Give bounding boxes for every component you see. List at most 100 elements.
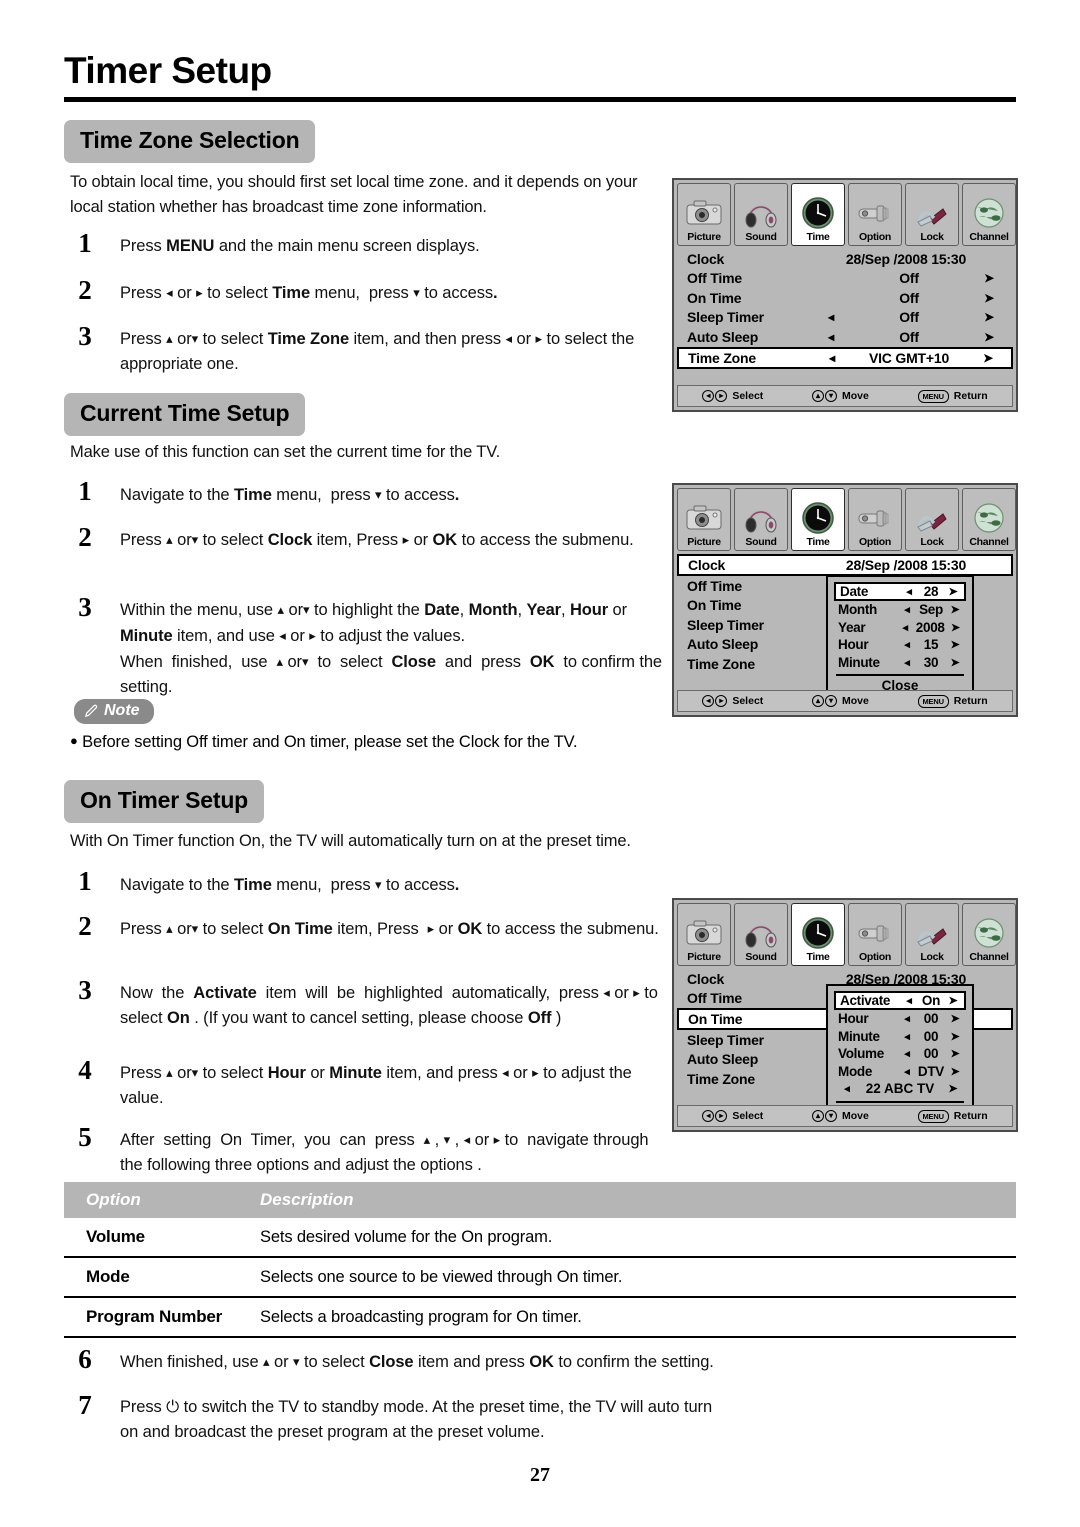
osd-row-off-time[interactable]: Off Time Off ➤ [678, 269, 1012, 289]
osd-hint-bar: ◂ ▸ Select ▴ ▾ Move MENU Return [677, 1105, 1013, 1127]
cell-option: Program Number [86, 1307, 223, 1326]
step-number: 2 [78, 275, 92, 305]
osd-tab-label: Picture [687, 951, 721, 963]
osd-tab-lock[interactable]: Lock [905, 488, 959, 551]
arrow-right-icon[interactable]: ➤ [944, 656, 966, 669]
osd-row-value: 28/Sep /2008 15:30 [845, 557, 967, 573]
arrow-left-icon[interactable]: ◂ [894, 621, 915, 634]
osd-row-label: On Time [687, 289, 742, 306]
column-header-description: Description [260, 1190, 354, 1209]
arrow-left-icon[interactable]: ◂ [896, 638, 918, 651]
osd-row-label: Sleep Timer [687, 616, 764, 633]
step-text: Press MENU and the main menu screen disp… [120, 237, 480, 255]
arrow-right-icon[interactable]: ➤ [944, 1012, 966, 1025]
osd-row-time-zone[interactable]: Time Zone ◂ VIC GMT+10 ➤ [677, 346, 1013, 369]
arrow-left-icon[interactable]: ◂ [834, 1082, 860, 1095]
osd-row-auto-sleep[interactable]: Auto Sleep ◂ Off ➤ [678, 327, 1012, 347]
osd-tab-sound[interactable]: Sound [734, 903, 788, 966]
osd-tab-label: Time [806, 951, 830, 963]
osd-tab-picture[interactable]: Picture [677, 903, 731, 966]
arrow-left-icon[interactable]: ◂ [810, 330, 852, 344]
osd-tab-channel[interactable]: Channel [962, 903, 1016, 966]
cell-description: Sets desired volume for the On program. [260, 1227, 553, 1246]
arrow-left-icon[interactable]: ◂ [896, 603, 918, 616]
popup-row-program-number[interactable]: ◂ 22 ABC TV ➤ [834, 1080, 966, 1098]
osd-tab-label: Picture [687, 536, 721, 548]
arrow-right-icon[interactable]: ➤ [944, 603, 966, 616]
padlock-icon [906, 195, 958, 231]
popup-row-hour[interactable]: Hour ◂ 15 ➤ [834, 636, 966, 654]
osd-tab-sound[interactable]: Sound [734, 183, 788, 246]
osd-tab-picture[interactable]: Picture [677, 488, 731, 551]
osd-menu-list: Clock 28/Sep /2008 15:30 Off Time On Tim… [674, 966, 1016, 1126]
osd-tab-channel[interactable]: Channel [962, 183, 1016, 246]
cell-option: Volume [86, 1227, 145, 1246]
bullet-icon: ● [70, 733, 78, 748]
osd-row-clock[interactable]: Clock 28/Sep /2008 15:30 [678, 249, 1012, 269]
popup-row-value: 15 [923, 637, 939, 653]
arrow-left-icon[interactable]: ◂ [896, 1047, 918, 1060]
arrow-right-icon[interactable]: ➤ [940, 1082, 966, 1095]
osd-tab-time[interactable]: Time [791, 488, 845, 551]
arrow-left-icon[interactable]: ◂ [896, 656, 918, 669]
osd-tab-option[interactable]: Option [848, 183, 902, 246]
osd-row-sleep-timer[interactable]: Sleep Timer ◂ Off ➤ [678, 308, 1012, 328]
arrow-right-icon[interactable]: ➤ [966, 330, 1012, 344]
popup-row-mode[interactable]: Mode ◂ DTV ➤ [834, 1063, 966, 1081]
popup-divider [836, 1100, 964, 1103]
arrow-right-icon[interactable]: ➤ [944, 1065, 966, 1078]
osd-tab-sound[interactable]: Sound [734, 488, 788, 551]
osd-hint-item: MENU Return [917, 694, 988, 708]
arrow-right-icon[interactable]: ➤ [944, 638, 966, 651]
popup-row-value: 00 [923, 1011, 939, 1027]
step-number: 3 [78, 975, 92, 1005]
arrow-right-icon[interactable]: ➤ [966, 310, 1012, 324]
arrow-right-icon[interactable]: ➤ [942, 994, 964, 1007]
osd-row-label: Time Zone [687, 1070, 755, 1087]
arrow-right-icon[interactable]: ➤ [966, 291, 1012, 305]
arrow-left-icon[interactable]: ◂ [896, 1030, 918, 1043]
osd-row-clock[interactable]: Clock 28/Sep /2008 15:30 [677, 554, 1013, 576]
arrow-right-icon[interactable]: ➤ [945, 621, 966, 634]
popup-row-label: Hour [838, 1011, 869, 1027]
step-text: Navigate to the Time menu, press ▾ to ac… [120, 876, 460, 894]
arrow-left-icon[interactable]: ◂ [898, 585, 920, 598]
arrow-right-icon[interactable]: ➤ [944, 1047, 966, 1060]
column-header-option: Option [86, 1190, 141, 1209]
arrow-right-icon[interactable]: ➤ [942, 585, 964, 598]
osd-row-on-time[interactable]: On Time Off ➤ [678, 288, 1012, 308]
osd-tab-time[interactable]: Time [791, 903, 845, 966]
osd-tab-picture[interactable]: Picture [677, 183, 731, 246]
arrow-left-icon[interactable]: ◂ [811, 351, 853, 365]
arrow-left-icon[interactable]: ◂ [898, 994, 920, 1007]
arrow-left-icon[interactable]: ◂ [896, 1065, 918, 1078]
popup-row-minute[interactable]: Minute ◂ 00 ➤ [834, 1028, 966, 1046]
popup-row-volume[interactable]: Volume ◂ 00 ➤ [834, 1045, 966, 1063]
arrow-right-icon[interactable]: ➤ [966, 271, 1012, 285]
arrow-right-icon[interactable]: ➤ [944, 1030, 966, 1043]
note-badge: Note [74, 699, 154, 724]
section-heading-on-timer: On Timer Setup [64, 780, 265, 823]
popup-row-month[interactable]: Month ◂ Sep ➤ [834, 601, 966, 619]
popup-row-activate[interactable]: Activate ◂ On ➤ [834, 991, 966, 1010]
osd-tab-channel[interactable]: Channel [962, 488, 1016, 551]
popup-row-hour[interactable]: Hour ◂ 00 ➤ [834, 1010, 966, 1028]
osd-tab-label: Lock [920, 951, 944, 963]
popup-row-year[interactable]: Year ◂ 2008 ➤ [834, 619, 966, 637]
osd-tab-option[interactable]: Option [848, 903, 902, 966]
osd-tab-lock[interactable]: Lock [905, 183, 959, 246]
popup-divider [836, 674, 964, 676]
popup-row-date[interactable]: Date ◂ 28 ➤ [834, 582, 966, 601]
arrow-right-icon[interactable]: ➤ [965, 351, 1011, 365]
osd-tab-time[interactable]: Time [791, 183, 845, 246]
arrow-left-icon[interactable]: ◂ [896, 1012, 918, 1025]
step-text: Press ⏻ to switch the TV to standby mode… [120, 1398, 713, 1441]
osd-tab-lock[interactable]: Lock [905, 903, 959, 966]
popup-row-minute[interactable]: Minute ◂ 30 ➤ [834, 654, 966, 672]
page-number: 27 [530, 1464, 550, 1486]
osd-row-label: On Time [687, 597, 742, 614]
dpad-key-icon: ◂ ▸ [702, 390, 728, 402]
osd-tab-bar: Picture Sound Time Option Lock Channel [674, 900, 1016, 966]
osd-tab-option[interactable]: Option [848, 488, 902, 551]
arrow-left-icon[interactable]: ◂ [810, 310, 852, 324]
